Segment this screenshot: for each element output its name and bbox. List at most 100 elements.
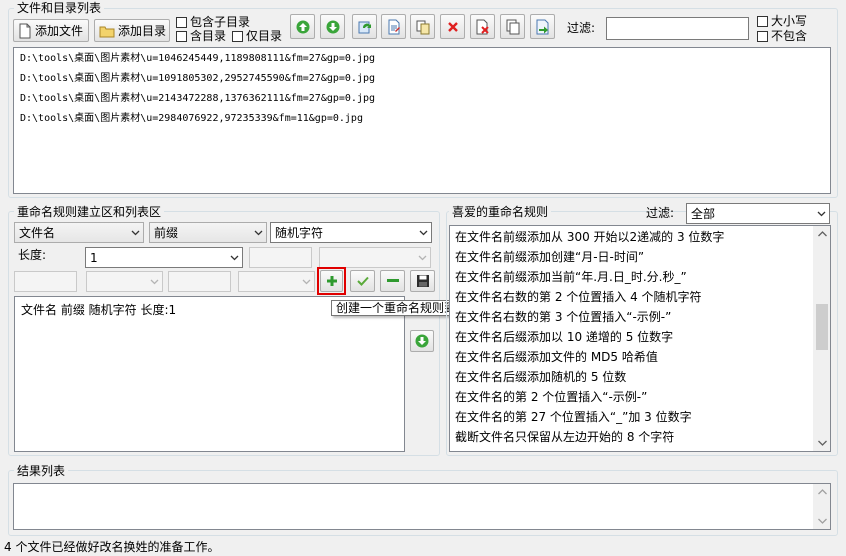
plus-icon [326,276,337,286]
type-select[interactable]: 随机字符 [270,222,432,243]
add-file-label: 添加文件 [35,24,84,38]
favorite-rule-item[interactable]: 在文件名后缀添加文件的 MD5 哈希值 [455,350,658,364]
result-scrollbar[interactable] [813,484,830,529]
export-icon [536,19,548,34]
refresh-icon [358,21,371,33]
case-sensitive-box[interactable] [757,15,768,27]
file-list-item[interactable]: D:\tools\桌面\图片素材\u=1091805302,2952745590… [20,73,375,85]
export-button[interactable] [530,14,555,39]
target-select[interactable]: 文件名 [14,222,144,243]
file-list-group-title: 文件和目录列表 [14,1,105,15]
remove-file-button[interactable] [470,14,495,39]
new-document-button[interactable] [500,14,525,39]
file-list-item[interactable]: D:\tools\桌面\图片素材\u=1046245449,1189808111… [20,53,375,65]
all-dirs-label: 含目录 [190,29,227,43]
favorite-rule-item[interactable]: 在文件名前缀添加创建“月-日-时间” [455,250,644,264]
param-input-3 [168,271,231,292]
favorite-rule-item[interactable]: 在文件名前缀添加从 300 开始以2递减的 3 位数字 [455,230,724,244]
add-file-button[interactable]: 添加文件 [13,19,89,42]
scroll-up-arrow-icon[interactable] [814,484,831,500]
edit-file-button[interactable] [381,14,406,39]
file-icon [19,23,31,38]
param-select-1 [319,247,431,268]
rule-list-item[interactable]: 文件名 前缀 随机字符 长度:1 [21,303,176,317]
chevron-down-icon [254,230,263,235]
favorite-rules-list[interactable]: 在文件名前缀添加从 300 开始以2递减的 3 位数字 在文件名前缀添加创建“月… [449,225,831,452]
param-select-2 [86,271,163,292]
confirm-rule-button[interactable] [350,270,375,292]
save-rule-button[interactable] [410,270,435,292]
arrow-up-icon [296,20,309,33]
folder-icon [99,26,115,37]
include-subdirs-checkbox[interactable]: 包含子目录 [176,15,250,29]
edit-document-icon [388,19,400,34]
refresh-button[interactable] [352,14,377,39]
rule-list[interactable]: 文件名 前缀 随机字符 长度:1 [14,296,405,452]
exclude-checkbox[interactable]: 不包含 [757,29,807,43]
case-sensitive-checkbox[interactable]: 大小写 [757,14,807,28]
move-up-button[interactable] [290,14,315,39]
exclude-label: 不包含 [771,29,808,43]
favorite-rule-item[interactable]: 截断文件名只保留从左边开始的 8 个字符 [455,430,674,444]
document-icon [506,19,519,34]
delete-button[interactable] [440,14,465,39]
status-text: 4 个文件已经做好改名换姓的准备工作。 [4,540,220,554]
arrow-down-icon [326,20,339,33]
scroll-down-arrow-icon[interactable] [814,513,831,529]
chevron-down-icon [817,211,826,216]
only-dirs-box[interactable] [232,30,243,42]
favorite-rules-group-title: 喜爱的重命名规则 [449,205,552,219]
result-list[interactable] [13,483,831,530]
position-select[interactable]: 前缀 [149,222,267,243]
file-filter-label: 过滤: [567,21,596,35]
favorite-filter-select[interactable]: 全部 [686,203,830,224]
include-subdirs-label: 包含子目录 [190,15,251,29]
copy-icon [416,20,429,34]
favorite-rule-item[interactable]: 在文件名前缀添加当前“年.月.日_时.分.秒_” [455,270,687,284]
scroll-up-arrow-icon[interactable] [814,226,831,242]
chevron-down-icon [302,279,311,284]
only-dirs-label: 仅目录 [246,29,283,43]
file-list-item[interactable]: D:\tools\桌面\图片素材\u=2143472288,1376362111… [20,93,375,105]
delete-x-icon [447,21,458,32]
favorite-rule-item[interactable]: 在文件名的第 27 个位置插入“_”加 3 位数字 [455,410,692,424]
chevron-down-icon [230,255,239,260]
include-subdirs-box[interactable] [176,16,187,28]
all-dirs-checkbox[interactable]: 含目录 [176,29,226,43]
all-dirs-box[interactable] [176,30,187,42]
chevron-down-icon [418,255,427,260]
file-filter-input[interactable] [606,17,749,40]
move-down-button[interactable] [320,14,345,39]
rule-build-group-title: 重命名规则建立区和列表区 [14,205,165,219]
add-rule-button[interactable] [320,270,343,292]
exclude-box[interactable] [757,30,768,42]
scroll-down-arrow-icon[interactable] [814,435,831,451]
position-select-value: 前缀 [154,226,179,240]
favorite-rule-item[interactable]: 在文件名后缀添加以 10 递增的 5 位数字 [455,330,673,344]
only-dirs-checkbox[interactable]: 仅目录 [232,29,282,43]
chevron-down-icon [150,279,159,284]
length-label: 长度: [18,248,47,262]
target-select-value: 文件名 [19,226,56,240]
favorite-rule-item[interactable]: 在文件名后缀添加随机的 5 位数 [455,370,626,384]
favorite-filter-label: 过滤: [646,206,675,220]
file-list-item[interactable]: D:\tools\桌面\图片素材\u=2984076922,97235339&f… [20,113,363,125]
favorite-rule-item[interactable]: 在文件名右数的第 2 个位置插入 4 个随机字符 [455,290,702,304]
rule-move-down-button[interactable] [410,330,434,352]
favorite-rule-item[interactable]: 在文件名右数的第 3 个位置插入“-示例-” [455,310,671,324]
file-list[interactable]: D:\tools\桌面\图片素材\u=1046245449,1189808111… [13,47,831,194]
add-directory-label: 添加目录 [118,24,167,38]
favorite-rules-scrollbar[interactable] [813,226,830,451]
length-select[interactable]: 1 [85,247,243,268]
remove-rule-button[interactable] [380,270,405,292]
add-directory-button[interactable]: 添加目录 [94,19,170,42]
case-sensitive-label: 大小写 [771,14,808,28]
favorite-rules-scroll-thumb[interactable] [816,304,828,350]
favorite-filter-value: 全部 [691,207,716,221]
check-icon [356,276,369,286]
status-bar: 4 个文件已经做好改名换姓的准备工作。 [0,538,846,556]
favorite-rule-item[interactable]: 在文件名的第 2 个位置插入“-示例-” [455,390,647,404]
copy-button[interactable] [410,14,435,39]
param-select-3 [238,271,315,292]
param-input-1 [249,247,312,268]
